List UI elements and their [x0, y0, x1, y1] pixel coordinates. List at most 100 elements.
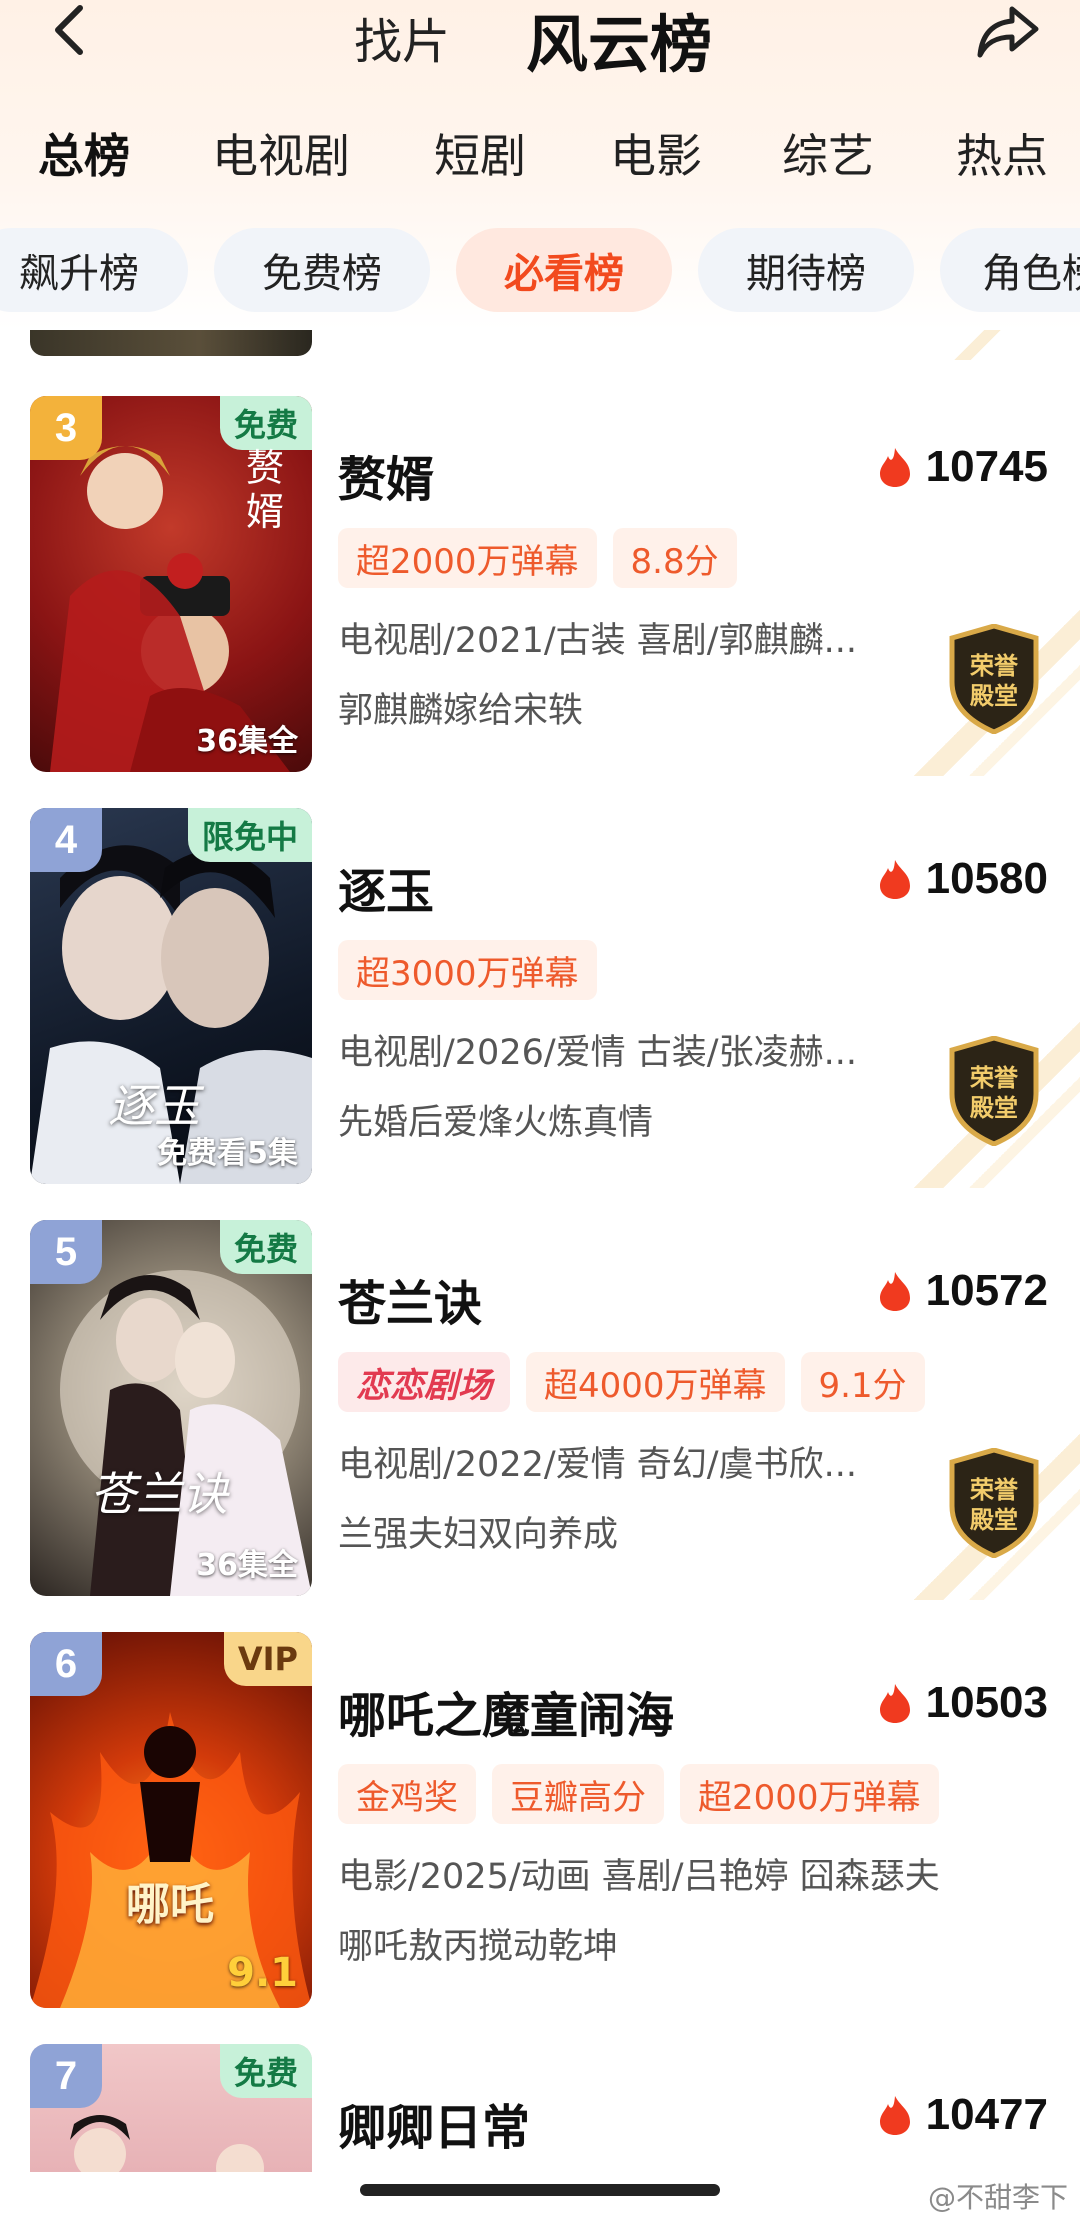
item-meta: 电视剧/2022/爱情 奇幻/虞书欣...	[338, 1445, 857, 1485]
tag: 8.8分	[612, 528, 737, 588]
item-title[interactable]: 苍兰诀	[338, 1264, 482, 1334]
tag: 超2000万弹幕	[338, 528, 597, 588]
limited-free-badge: 限免中	[187, 808, 312, 862]
heat-score: 10572	[878, 1266, 1048, 1316]
heat-value: 10580	[925, 854, 1048, 903]
poster-title: 苍兰诀	[90, 1467, 228, 1521]
item-meta: 电影/2025/动画 喜剧/吕艳婷 囧森瑟夫	[338, 1857, 940, 1897]
tag: 9.1分	[800, 1352, 925, 1412]
item-description: 兰强夫妇双向养成	[338, 1515, 619, 1555]
sub-tabs: 飙升榜 免费榜 必看榜 期待榜 角色榜	[0, 228, 1080, 312]
tab-rising[interactable]: 飙升榜	[0, 228, 188, 312]
flame-icon	[879, 448, 910, 487]
svg-text:殿堂: 殿堂	[969, 1094, 1018, 1122]
svg-text:殿堂: 殿堂	[969, 682, 1018, 710]
honor-hall-badge-icon: 荣誉 殿堂	[949, 1036, 1039, 1146]
list-item[interactable]: 6 VIP 哪吒 9.1 哪吒之魔童闹海 10503 金鸡奖 豆瓣高分 超200…	[0, 1632, 1080, 2012]
tag-list: 超3000万弹幕	[338, 940, 613, 1000]
list-item[interactable]: 5 免费 苍兰诀 36集全 苍兰诀 10572 恋恋剧场 超4000万弹幕 9.…	[0, 1220, 1080, 1600]
heat-value: 10503	[925, 1678, 1048, 1727]
tab-character[interactable]: 角色榜	[940, 228, 1080, 312]
free-badge: 免费	[219, 2044, 312, 2098]
watermark: @不甜李下	[927, 2181, 1068, 2214]
item-description: 先婚后爱烽火炼真情	[338, 1103, 654, 1143]
item-description: 哪吒敖丙搅动乾坤	[338, 1927, 619, 1967]
item-title[interactable]: 赘婿	[338, 440, 434, 510]
svg-text:殿堂: 殿堂	[969, 1506, 1018, 1534]
free-badge: 免费	[219, 1220, 312, 1274]
svg-text:荣誉: 荣誉	[970, 1476, 1019, 1504]
tag-list: 金鸡奖 豆瓣高分 超2000万弹幕	[338, 1764, 955, 1824]
tag-list: 超2000万弹幕 8.8分	[338, 528, 753, 588]
poster[interactable]: 3 免费 赘婿 36集全	[30, 396, 312, 772]
poster-score: 9.1	[227, 1950, 298, 1996]
episode-count: 36集全	[196, 724, 298, 759]
tag: 金鸡奖	[338, 1764, 476, 1824]
tab-category-all[interactable]: 总榜	[38, 120, 130, 186]
item-title[interactable]: 哪吒之魔童闹海	[338, 1676, 674, 1746]
item-title[interactable]: 卿卿日常	[338, 2088, 530, 2158]
previous-poster-partial[interactable]	[30, 330, 312, 356]
flame-icon	[879, 860, 910, 899]
poster[interactable]: 6 VIP 哪吒 9.1	[30, 1632, 312, 2008]
poster[interactable]: 7 免费	[30, 2044, 312, 2172]
poster-title: 赘婿	[246, 446, 285, 534]
honor-hall-badge-icon: 荣誉 殿堂	[949, 624, 1039, 734]
svg-text:荣誉: 荣誉	[970, 1064, 1019, 1092]
svg-text:荣誉: 荣誉	[970, 652, 1019, 680]
heat-value: 10477	[925, 2090, 1048, 2139]
heat-score: 10580	[878, 854, 1048, 904]
tab-category-hot[interactable]: 热点	[956, 120, 1048, 186]
flame-icon	[879, 1272, 910, 1311]
tab-find[interactable]: 找片	[354, 2, 450, 72]
top-bar: 找片 风云榜	[0, 0, 1080, 90]
tab-anticipated[interactable]: 期待榜	[698, 228, 914, 312]
share-icon	[977, 6, 1039, 58]
theater-logo-tag: 恋恋剧场	[338, 1352, 510, 1412]
episode-count: 36集全	[196, 1548, 298, 1583]
tab-category-tv[interactable]: 电视剧	[212, 120, 350, 186]
item-meta: 电视剧/2021/古装 喜剧/郭麒麟...	[338, 621, 857, 661]
tab-must-watch[interactable]: 必看榜	[456, 228, 672, 312]
poster[interactable]: 5 免费 苍兰诀 36集全	[30, 1220, 312, 1596]
list-item[interactable]: 4 限免中 逐玉 免费看5集 逐玉 10580 超3000万弹幕 电视剧/202…	[0, 808, 1080, 1188]
tab-ranking[interactable]: 风云榜	[526, 0, 712, 84]
list-item[interactable]: 7 免费 卿卿日常 10477	[0, 2044, 1080, 2172]
vip-badge: VIP	[223, 1632, 312, 1686]
list-item[interactable]: 3 免费 赘婿 36集全 赘婿 10745 超2000万弹幕 8.8分 电视剧/…	[0, 396, 1080, 776]
tab-free[interactable]: 免费榜	[214, 228, 430, 312]
tab-category-short[interactable]: 短剧	[434, 120, 526, 186]
home-indicator[interactable]	[360, 2184, 720, 2196]
category-tabs: 总榜 电视剧 短剧 电影 综艺 热点	[0, 120, 1080, 190]
tag: 超2000万弹幕	[680, 1764, 939, 1824]
back-button[interactable]	[40, 0, 100, 60]
rank-badge: 6	[30, 1632, 102, 1696]
heat-value: 10745	[925, 442, 1048, 491]
flame-icon	[879, 2096, 910, 2135]
chevron-left-icon	[55, 5, 83, 55]
tag: 超4000万弹幕	[526, 1352, 785, 1412]
tag: 豆瓣高分	[492, 1764, 664, 1824]
heat-value: 10572	[925, 1266, 1048, 1315]
decorative-stripe	[900, 330, 1080, 360]
tag: 超3000万弹幕	[338, 940, 597, 1000]
free-badge: 免费	[219, 396, 312, 450]
heat-score: 10745	[878, 442, 1048, 492]
tab-category-movie[interactable]: 电影	[610, 120, 702, 186]
tab-category-variety[interactable]: 综艺	[782, 120, 874, 186]
item-title[interactable]: 逐玉	[338, 852, 434, 922]
rank-badge: 4	[30, 808, 102, 872]
rank-badge: 5	[30, 1220, 102, 1284]
poster-title: 逐玉	[108, 1079, 200, 1133]
flame-icon	[879, 1684, 910, 1723]
item-meta: 电视剧/2026/爱情 古装/张凌赫...	[338, 1033, 857, 1073]
poster[interactable]: 4 限免中 逐玉 免费看5集	[30, 808, 312, 1184]
item-description: 郭麒麟嫁给宋轶	[338, 691, 584, 731]
free-episodes: 免费看5集	[157, 1136, 298, 1171]
tag-list: 恋恋剧场 超4000万弹幕 9.1分	[338, 1352, 941, 1412]
honor-hall-badge-icon: 荣誉 殿堂	[949, 1448, 1039, 1558]
rank-badge: 7	[30, 2044, 102, 2108]
rank-badge: 3	[30, 396, 102, 460]
heat-score: 10477	[878, 2090, 1048, 2140]
share-button[interactable]	[972, 0, 1044, 62]
